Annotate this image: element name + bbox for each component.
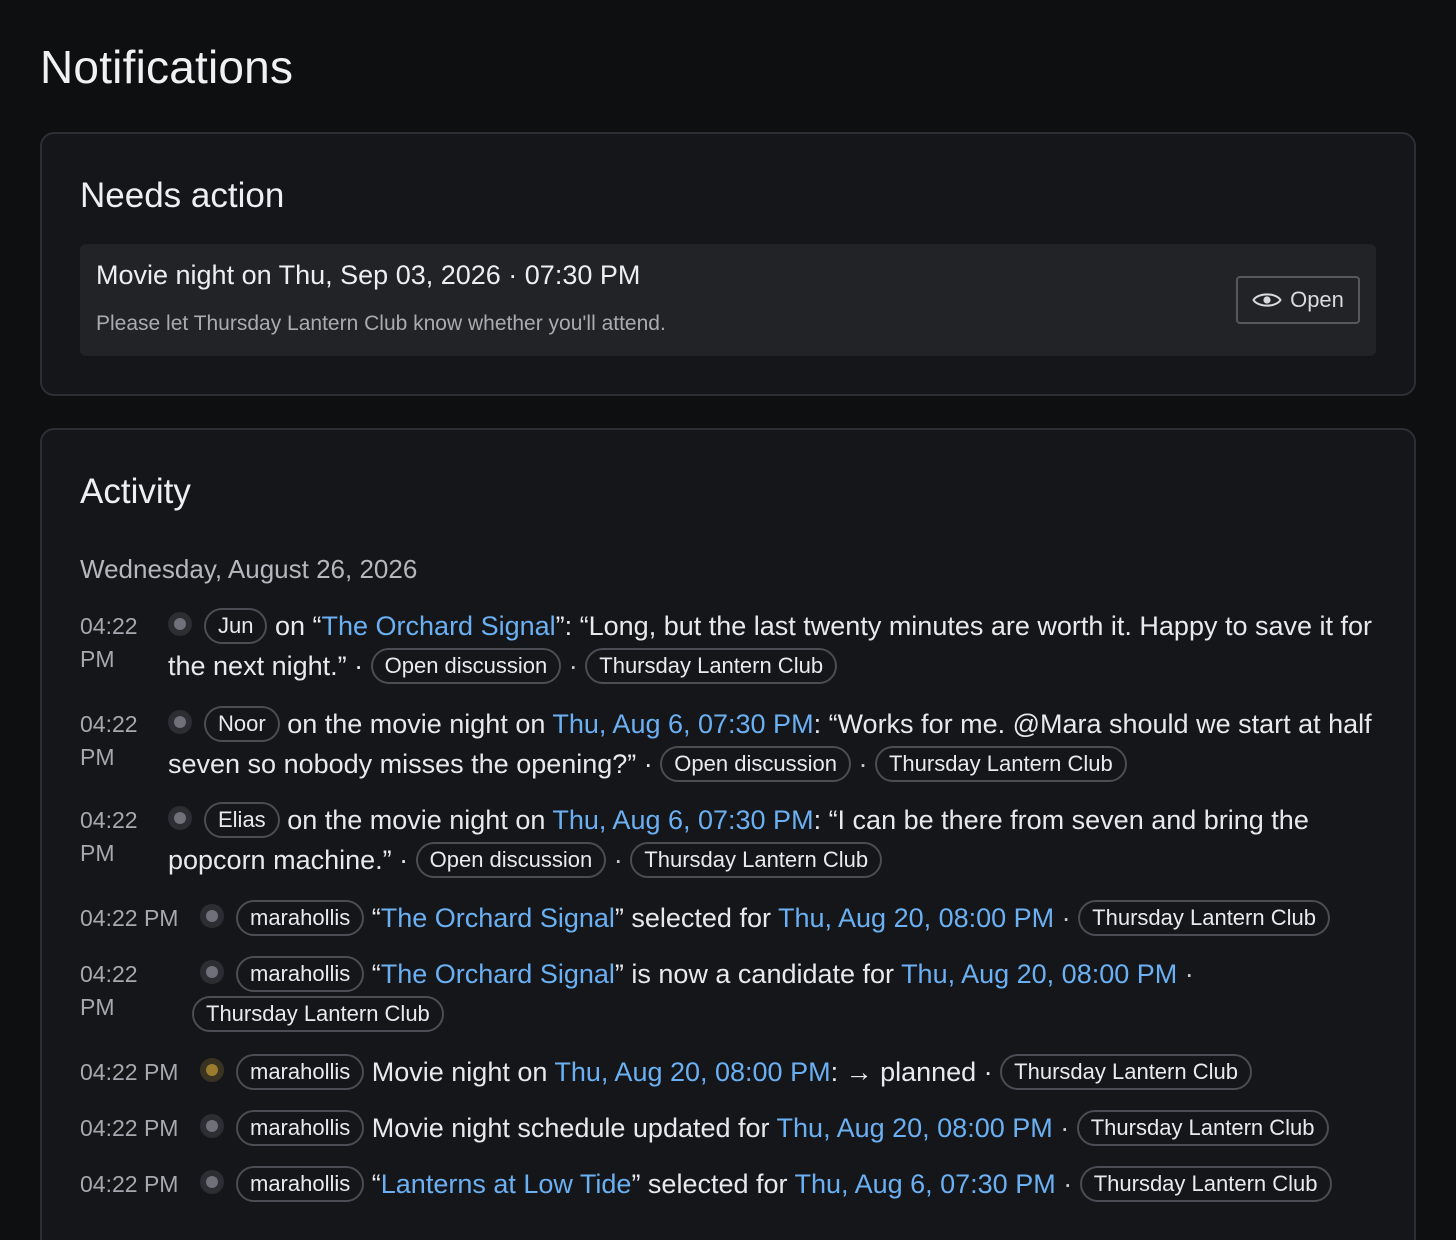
- movie-link[interactable]: The Orchard Signal: [381, 903, 615, 933]
- row-text: “: [364, 1169, 381, 1199]
- row-time: 04:22 PM: [80, 961, 138, 1020]
- row-text: Movie night on: [364, 1057, 555, 1087]
- date-link[interactable]: Thu, Aug 20, 08:00 PM: [554, 1057, 830, 1087]
- movie-link[interactable]: Lanterns at Low Tide: [381, 1169, 632, 1199]
- row-text: ” is now a candidate for: [614, 959, 902, 989]
- avatar-dot-icon: [168, 709, 192, 734]
- row-text: ” selected for: [631, 1169, 795, 1199]
- user-pill[interactable]: Noor: [204, 705, 280, 742]
- date-link[interactable]: Thu, Aug 20, 08:00 PM: [778, 903, 1054, 933]
- activity-card: Activity Wednesday, August 26, 2026 04:2…: [40, 428, 1416, 1240]
- row-content: marahollis Movie night schedule updated …: [200, 1108, 1380, 1148]
- action-item: Movie night on Thu, Sep 03, 2026 · 07:30…: [80, 244, 1376, 356]
- open-discussion-pill[interactable]: Open discussion: [370, 647, 562, 684]
- avatar-dot-icon: [168, 805, 192, 830]
- separator: ·: [1054, 903, 1079, 933]
- avatar-dot-icon: [200, 959, 224, 984]
- user-pill[interactable]: marahollis: [236, 955, 365, 992]
- club-pill[interactable]: Thursday Lantern Club: [1076, 1109, 1329, 1146]
- row-content: marahollis “Lanterns at Low Tide” select…: [200, 1164, 1380, 1204]
- separator: ·: [850, 749, 875, 779]
- club-pill[interactable]: Thursday Lantern Club: [630, 841, 883, 878]
- row-time: 04:22 PM: [80, 807, 138, 866]
- row-text: : → planned ·: [830, 1057, 1001, 1087]
- row-time: 04:22 PM: [80, 1115, 179, 1141]
- open-discussion-pill[interactable]: Open discussion: [660, 745, 851, 782]
- user-pill[interactable]: marahollis: [236, 1053, 365, 1090]
- movie-link[interactable]: The Orchard Signal: [322, 611, 556, 641]
- needs-action-card: Needs action Movie night on Thu, Sep 03,…: [40, 132, 1416, 396]
- avatar-dot-icon: [200, 903, 224, 928]
- separator: ·: [1052, 1113, 1077, 1143]
- row-text: “: [364, 903, 381, 933]
- row-content: Elias on the movie night on Thu, Aug 6, …: [168, 800, 1378, 880]
- movie-link[interactable]: The Orchard Signal: [381, 959, 615, 989]
- club-pill[interactable]: Thursday Lantern Club: [585, 647, 838, 684]
- action-item-title: Movie night on Thu, Sep 03, 2026 · 07:30…: [96, 260, 641, 290]
- row-text: on the movie night on: [279, 709, 553, 739]
- date-link[interactable]: Thu, Aug 6, 07:30 PM: [552, 709, 813, 739]
- row-text: ” selected for: [614, 903, 778, 933]
- user-pill[interactable]: Elias: [204, 801, 280, 838]
- status-dot-icon: [200, 1057, 224, 1082]
- separator: ·: [606, 845, 631, 875]
- row-time: 04:22 PM: [80, 905, 179, 931]
- user-pill[interactable]: marahollis: [236, 1109, 365, 1146]
- row-content: Noor on the movie night on Thu, Aug 6, 0…: [168, 704, 1378, 784]
- row-time: 04:22 PM: [80, 711, 138, 770]
- row-text: “: [364, 959, 381, 989]
- row-time: 04:22 PM: [80, 1171, 179, 1197]
- row-text: on “: [267, 611, 322, 641]
- avatar-dot-icon: [200, 1169, 224, 1194]
- user-pill[interactable]: marahollis: [236, 1165, 365, 1202]
- activity-heading: Activity: [80, 472, 191, 511]
- page-title: Notifications: [40, 41, 294, 93]
- row-content: Jun on “The Orchard Signal”: “Long, but …: [168, 606, 1378, 686]
- date-link[interactable]: Thu, Aug 6, 07:30 PM: [552, 805, 813, 835]
- separator: ·: [1055, 1169, 1080, 1199]
- separator: ·: [561, 651, 586, 681]
- needs-action-heading: Needs action: [80, 176, 285, 215]
- club-pill[interactable]: Thursday Lantern Club: [874, 745, 1127, 782]
- club-pill[interactable]: Thursday Lantern Club: [1000, 1053, 1252, 1090]
- user-pill[interactable]: marahollis: [236, 899, 365, 936]
- row-time: 04:22 PM: [80, 1059, 179, 1085]
- row-time: 04:22 PM: [80, 613, 138, 672]
- open-discussion-pill[interactable]: Open discussion: [415, 841, 607, 878]
- avatar-dot-icon: [200, 1113, 224, 1138]
- club-pill[interactable]: Thursday Lantern Club: [192, 995, 444, 1032]
- date-link[interactable]: Thu, Aug 6, 07:30 PM: [795, 1169, 1056, 1199]
- row-content: marahollis “The Orchard Signal” selected…: [200, 898, 1380, 938]
- user-pill[interactable]: Jun: [204, 607, 268, 644]
- open-button-label: Open: [1290, 287, 1344, 312]
- action-item-subtitle: Please let Thursday Lantern Club know wh…: [96, 312, 666, 335]
- eye-icon: [1252, 293, 1282, 307]
- separator: ·: [1177, 959, 1194, 989]
- club-pill[interactable]: Thursday Lantern Club: [1079, 1165, 1332, 1202]
- row-content: marahollis “The Orchard Signal” is now a…: [192, 954, 1332, 1034]
- row-text: Movie night schedule updated for: [364, 1113, 777, 1143]
- open-button[interactable]: Open: [1236, 276, 1360, 324]
- avatar-dot-icon: [168, 611, 192, 636]
- date-link[interactable]: Thu, Aug 20, 08:00 PM: [901, 959, 1177, 989]
- row-text: on the movie night on: [279, 805, 553, 835]
- date-header: Wednesday, August 26, 2026: [80, 554, 418, 584]
- date-link[interactable]: Thu, Aug 20, 08:00 PM: [777, 1113, 1053, 1143]
- row-content: marahollis Movie night on Thu, Aug 20, 0…: [200, 1052, 1380, 1092]
- club-pill[interactable]: Thursday Lantern Club: [1078, 899, 1330, 936]
